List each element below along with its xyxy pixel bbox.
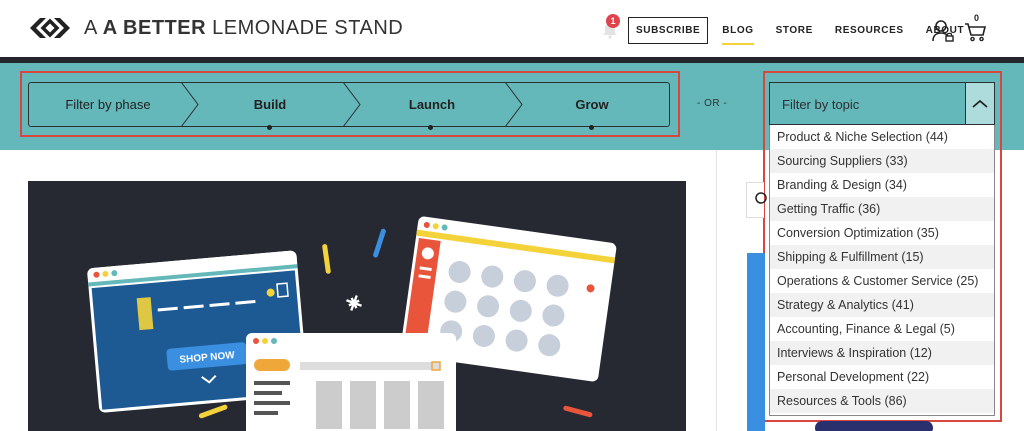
topic-option[interactable]: Accounting, Finance & Legal (5): [770, 317, 994, 341]
phase-launch-dot: [428, 125, 433, 130]
cart-count: 0: [974, 13, 980, 23]
logo-mark-icon: [30, 18, 70, 38]
phase-build-dot: [267, 125, 272, 130]
phase-build-tab[interactable]: Build: [190, 82, 350, 127]
topic-option[interactable]: Shipping & Fulfillment (15): [770, 245, 994, 269]
phase-launch-tab[interactable]: Launch: [352, 82, 512, 127]
search-icon: [755, 192, 767, 204]
notification-badge: 1: [606, 14, 620, 28]
nav-resources-link[interactable]: RESOURCES: [835, 18, 904, 43]
site-logo[interactable]: A A BETTER LEMONADE STAND: [28, 14, 403, 42]
logo-text-prefix: A: [84, 16, 103, 39]
nav-blog-link[interactable]: BLOG: [722, 18, 754, 45]
topic-option[interactable]: Strategy & Analytics (41): [770, 293, 994, 317]
topic-option[interactable]: Operations & Customer Service (25): [770, 269, 994, 293]
logo-text: A A BETTER LEMONADE STAND: [84, 17, 403, 40]
sidebar-search-box[interactable]: [746, 182, 767, 218]
topic-option[interactable]: Conversion Optimization (35): [770, 221, 994, 245]
user-account-icon[interactable]: [931, 19, 955, 43]
sidebar-promo-button[interactable]: [815, 421, 933, 431]
phase-grow-dot: [589, 125, 594, 130]
topic-option[interactable]: Personal Development (22): [770, 365, 994, 389]
topic-option[interactable]: Getting Traffic (36): [770, 197, 994, 221]
ecommerce-illustration: SHOP NOW: [87, 216, 617, 431]
topic-dropdown-toggle[interactable]: [965, 82, 995, 125]
phase-grow-tab[interactable]: Grow: [514, 82, 670, 127]
topic-option[interactable]: Product & Niche Selection (44): [770, 125, 994, 149]
or-separator: - OR -: [697, 98, 728, 109]
nav-subscribe-button[interactable]: SUBSCRIBE: [628, 17, 709, 44]
sidebar-divider: [716, 150, 717, 431]
chevron-up-icon: [972, 99, 988, 108]
hero-illustration[interactable]: SHOP NOW: [28, 181, 686, 431]
logo-text-bold: A BETTER: [102, 16, 207, 39]
topic-option[interactable]: Resources & Tools (86): [770, 389, 994, 413]
logo-text-rest: LEMONADE STAND: [212, 16, 404, 39]
site-header: A A BETTER LEMONADE STAND 1 SUBSCRIBE BL…: [0, 0, 1024, 57]
topic-filter-placeholder: Filter by topic: [782, 97, 860, 112]
topic-option[interactable]: Interviews & Inspiration (12): [770, 341, 994, 365]
phase-placeholder[interactable]: Filter by phase: [29, 82, 187, 127]
sidebar-promo-banner[interactable]: [747, 253, 765, 431]
nav-store-link[interactable]: STORE: [776, 18, 813, 43]
topic-option[interactable]: Sourcing Suppliers (33): [770, 149, 994, 173]
topic-dropdown-list: Product & Niche Selection (44) Sourcing …: [769, 125, 995, 416]
topic-option[interactable]: Branding & Design (34): [770, 173, 994, 197]
